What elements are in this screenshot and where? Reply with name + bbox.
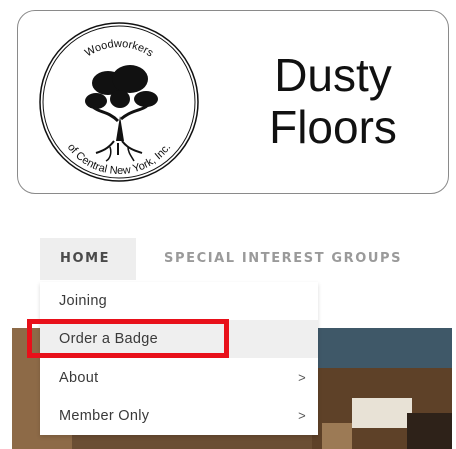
menu-item-label: About: [59, 370, 99, 386]
nav-item-home[interactable]: HOME: [40, 238, 136, 280]
nav-item-special-interest-groups[interactable]: SPECIAL INTEREST GROUPS: [164, 238, 402, 280]
menu-item-label: Member Only: [59, 408, 150, 424]
menu-item-label: Joining: [59, 293, 108, 309]
main-nav: HOME SPECIAL INTEREST GROUPS: [12, 232, 452, 286]
chevron-right-icon: >: [298, 370, 306, 385]
badge-name-text: Dusty Floors: [233, 49, 433, 153]
menu-item-joining[interactable]: Joining: [40, 282, 318, 320]
menu-item-order-a-badge[interactable]: Order a Badge: [40, 320, 318, 358]
page: Woodworkers of Central New York, Inc. Du…: [0, 0, 456, 449]
woodworkers-seal-logo: Woodworkers of Central New York, Inc.: [39, 22, 199, 182]
chevron-right-icon: >: [298, 408, 306, 423]
menu-item-about[interactable]: About >: [40, 359, 318, 397]
badge-name-line1: Dusty: [274, 49, 392, 101]
badge-name-line2: Floors: [269, 101, 397, 153]
menu-item-label: Order a Badge: [59, 331, 159, 347]
home-dropdown-menu: Joining Order a Badge About > Member Onl…: [40, 282, 318, 435]
menu-item-member-only[interactable]: Member Only >: [40, 397, 318, 435]
badge-preview-card: Woodworkers of Central New York, Inc. Du…: [17, 10, 449, 194]
